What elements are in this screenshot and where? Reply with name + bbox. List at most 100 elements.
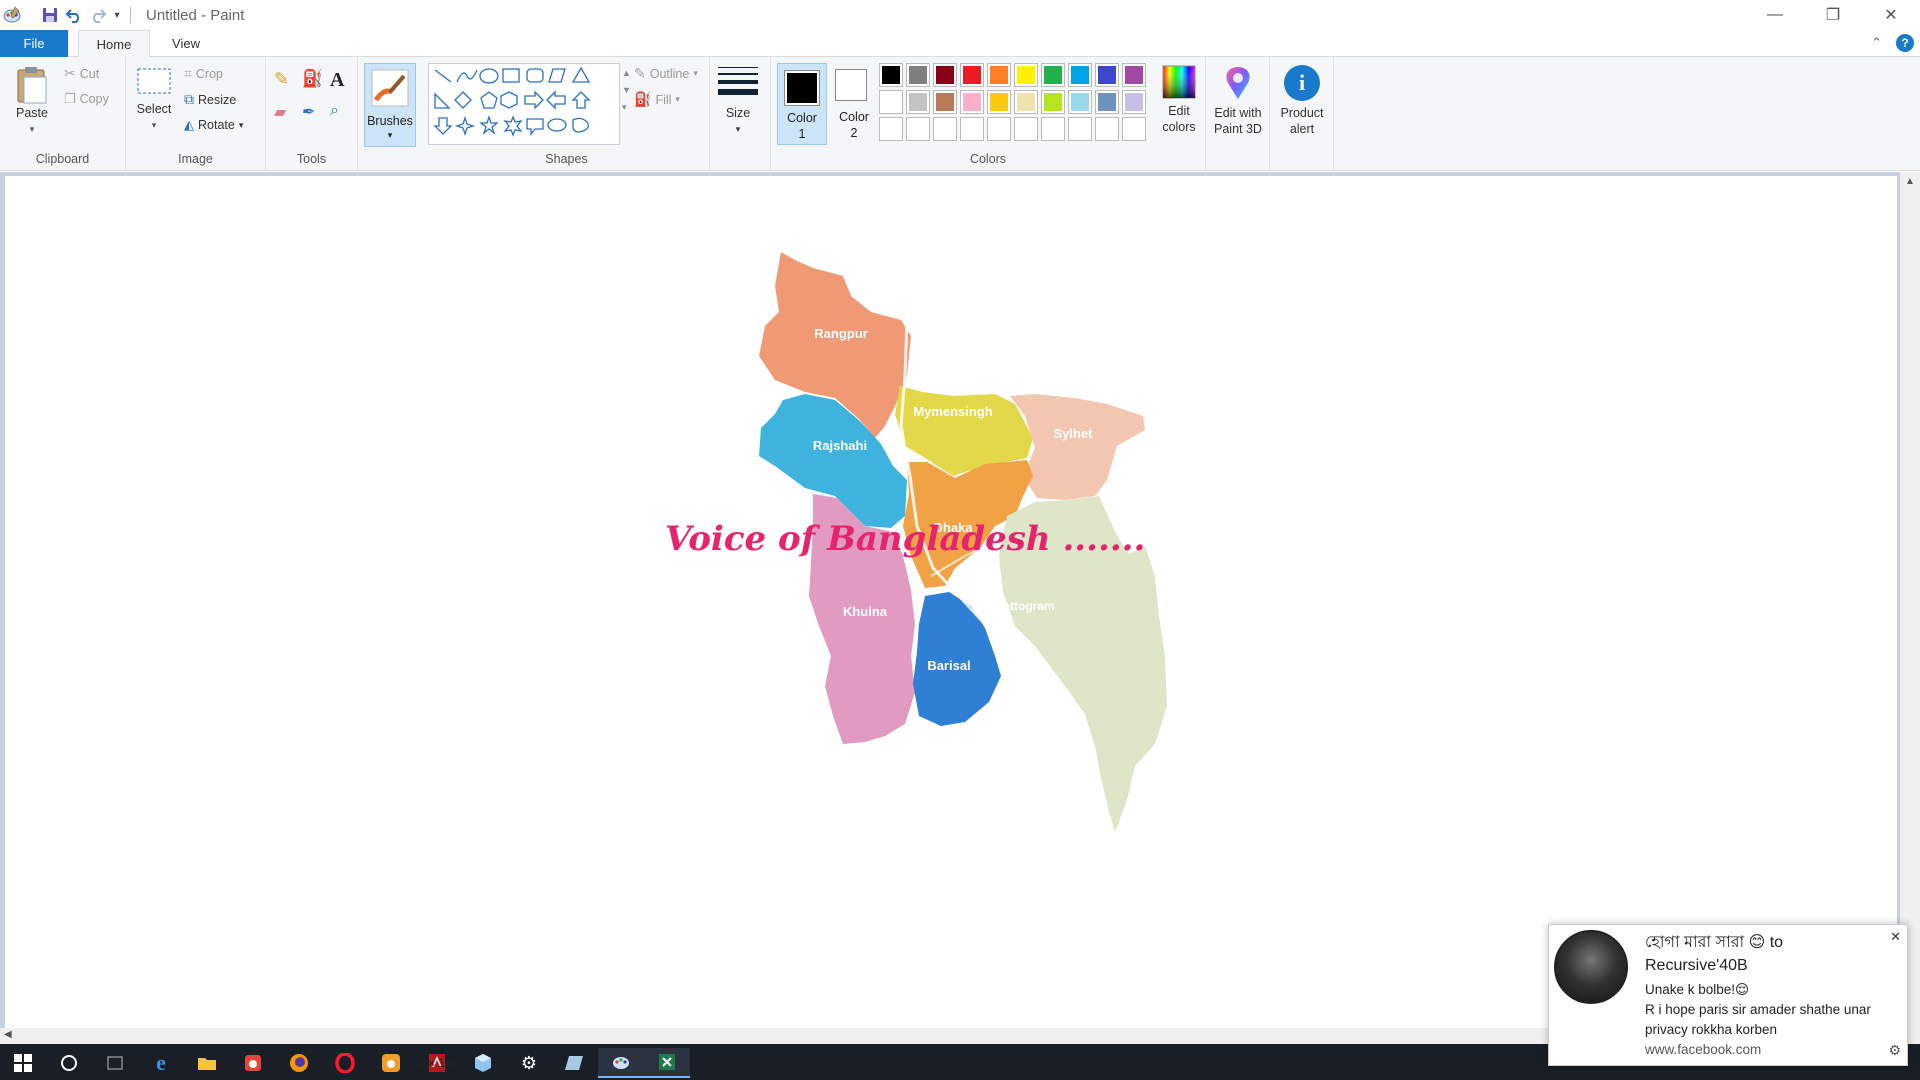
- scroll-up-icon[interactable]: ▲: [1900, 176, 1920, 187]
- text-icon[interactable]: A: [330, 69, 358, 92]
- file-explorer-icon[interactable]: [184, 1048, 230, 1078]
- palette-swatch[interactable]: [1095, 63, 1119, 87]
- palette-swatch[interactable]: [1014, 90, 1038, 114]
- customize-qat-icon[interactable]: ▾: [110, 3, 124, 27]
- outline-button[interactable]: ✎ Outline ▾: [634, 65, 698, 82]
- palette-swatch[interactable]: [933, 90, 957, 114]
- fill-button[interactable]: ⛽ Fill ▾: [634, 91, 680, 108]
- cortana-icon[interactable]: [46, 1048, 92, 1078]
- help-icon[interactable]: ?: [1896, 34, 1914, 52]
- ribbon-right-controls: ⌃ ?: [1871, 34, 1914, 52]
- palette-swatch[interactable]: [1122, 90, 1146, 114]
- close-button[interactable]: ✕: [1862, 0, 1920, 30]
- palette-swatch[interactable]: [960, 63, 984, 87]
- color2-button[interactable]: Color 2: [829, 63, 879, 145]
- magnifier-icon[interactable]: ⌕: [330, 102, 358, 122]
- palette-swatch[interactable]: [1014, 117, 1038, 141]
- collapse-ribbon-icon[interactable]: ⌃: [1871, 35, 1882, 51]
- palette-swatch[interactable]: [960, 117, 984, 141]
- palette-swatch[interactable]: [1068, 90, 1092, 114]
- notification-toast[interactable]: হোগা মারা সারা 😊 to Recursive'40B Unake …: [1548, 924, 1908, 1066]
- palette-swatch[interactable]: [960, 90, 984, 114]
- save-icon[interactable]: [38, 3, 62, 27]
- minimize-button[interactable]: —: [1746, 0, 1804, 30]
- restore-button[interactable]: ❐: [1804, 0, 1862, 30]
- scroll-left-icon[interactable]: ◀: [4, 1029, 12, 1040]
- paste-button[interactable]: Paste ▾: [10, 65, 54, 137]
- cam-app-icon[interactable]: [230, 1048, 276, 1078]
- palette-swatch[interactable]: [933, 117, 957, 141]
- firefox-icon[interactable]: [276, 1048, 322, 1078]
- product-alert-label: Product alert: [1280, 106, 1324, 136]
- palette-swatch[interactable]: [933, 63, 957, 87]
- palette-swatch[interactable]: [1014, 63, 1038, 87]
- select-button[interactable]: Select ▾: [132, 67, 176, 133]
- palette-swatch[interactable]: [1095, 90, 1119, 114]
- pencil-icon[interactable]: ✎: [274, 69, 302, 92]
- resize-icon: ⧉: [184, 91, 194, 107]
- 3d-cube-app-icon[interactable]: [460, 1048, 506, 1078]
- vertical-scrollbar[interactable]: ▲: [1900, 172, 1920, 1029]
- palette-swatch[interactable]: [906, 90, 930, 114]
- palette-swatch[interactable]: [1095, 117, 1119, 141]
- palette-swatch[interactable]: [879, 117, 903, 141]
- edge-browser-icon[interactable]: e: [138, 1048, 184, 1078]
- brush-icon: [371, 69, 409, 107]
- paint-taskbar-icon[interactable]: [598, 1048, 644, 1078]
- palette-swatch[interactable]: [1041, 63, 1065, 87]
- shapes-scroll[interactable]: ▲ ▼ ▾: [622, 65, 631, 116]
- fill-bucket-icon[interactable]: ⛽: [302, 69, 330, 92]
- region-label-rangpur: Rangpur: [814, 326, 867, 341]
- opera-icon[interactable]: [322, 1048, 368, 1078]
- settings-gear-icon[interactable]: ⚙: [506, 1048, 552, 1078]
- palette-swatch[interactable]: [1122, 117, 1146, 141]
- palette-swatch[interactable]: [1041, 90, 1065, 114]
- notification-settings-icon[interactable]: ⚙: [1888, 1042, 1901, 1059]
- palette-swatch[interactable]: [879, 90, 903, 114]
- shapes-gallery[interactable]: [428, 63, 620, 145]
- paint-app-icon[interactable]: [0, 3, 24, 27]
- palette-swatch[interactable]: [879, 63, 903, 87]
- palette-swatch-color: [909, 93, 927, 111]
- palette-swatch[interactable]: [1068, 117, 1092, 141]
- tab-view[interactable]: View: [150, 30, 222, 57]
- size-button[interactable]: Size ▾: [712, 65, 764, 137]
- uc-browser-icon[interactable]: [368, 1048, 414, 1078]
- cut-button[interactable]: ✂ Cut: [64, 65, 99, 82]
- rotate-icon: ◭: [184, 117, 194, 132]
- brushes-button[interactable]: Brushes ▾: [364, 63, 416, 147]
- edit-with-paint3d-button[interactable]: Edit with Paint 3D: [1210, 65, 1266, 137]
- palette-swatch[interactable]: [1122, 63, 1146, 87]
- palette-swatch[interactable]: [906, 63, 930, 87]
- tab-home[interactable]: Home: [78, 30, 150, 58]
- palette-swatch[interactable]: [987, 90, 1011, 114]
- undo-icon[interactable]: [62, 3, 86, 27]
- product-alert-button[interactable]: i Product alert: [1274, 65, 1330, 137]
- palette-swatch[interactable]: [1068, 63, 1092, 87]
- info-icon: i: [1284, 65, 1320, 101]
- color-picker-icon[interactable]: ✒: [302, 102, 330, 122]
- tab-file[interactable]: File: [0, 30, 68, 57]
- palette-swatch[interactable]: [906, 117, 930, 141]
- brushes-dropdown-icon: ▾: [387, 130, 393, 140]
- rotate-button[interactable]: ◭ Rotate ▾: [184, 117, 243, 133]
- rotate-label: Rotate: [198, 118, 235, 132]
- quick-access-toolbar: ▾: [0, 3, 131, 27]
- copy-button[interactable]: ❐ Copy: [64, 91, 109, 107]
- task-view-icon[interactable]: [92, 1048, 138, 1078]
- crop-button[interactable]: ⌗ Crop: [184, 65, 223, 82]
- resize-button[interactable]: ⧉ Resize: [184, 91, 236, 108]
- palette-swatch[interactable]: [1041, 117, 1065, 141]
- notepad-app-icon[interactable]: [552, 1048, 598, 1078]
- palette-swatch[interactable]: [987, 117, 1011, 141]
- color1-button[interactable]: Color 1: [777, 63, 827, 145]
- copy-label: Copy: [79, 92, 109, 106]
- redo-icon[interactable]: [86, 3, 110, 27]
- edit-colors-button[interactable]: Edit colors: [1153, 65, 1205, 135]
- close-icon[interactable]: ✕: [1890, 929, 1901, 945]
- app-x-taskbar-icon[interactable]: [644, 1048, 690, 1078]
- drawing-canvas[interactable]: Rangpur Mymensingh Sylhet Rajshahi Dhaka…: [5, 176, 1897, 1032]
- palette-swatch[interactable]: [987, 63, 1011, 87]
- windows-start-icon[interactable]: [0, 1048, 46, 1078]
- eraser-icon[interactable]: ▰: [274, 102, 302, 122]
